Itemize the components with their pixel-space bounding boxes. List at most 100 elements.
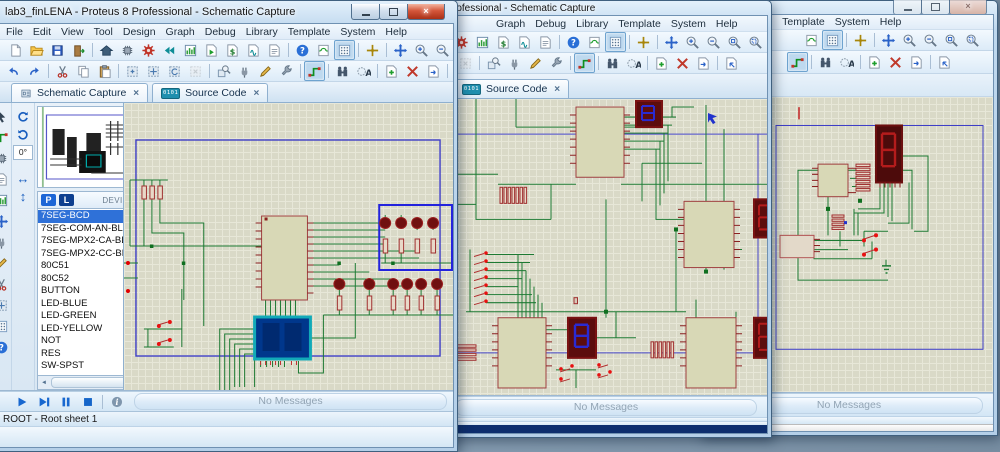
origin-icon[interactable] [850, 30, 871, 50]
info-icon[interactable] [106, 393, 128, 410]
wrench-icon[interactable] [276, 61, 297, 81]
menu-tool[interactable]: Tool [89, 25, 118, 39]
pin-icon[interactable] [117, 40, 138, 60]
zoomin-icon[interactable] [682, 32, 703, 52]
copy-icon[interactable] [73, 61, 94, 81]
tab-close-icon[interactable]: × [133, 88, 139, 99]
chart-icon[interactable] [180, 40, 201, 60]
gotosheet-icon[interactable] [693, 53, 714, 73]
tab-source-code[interactable]: 0101 Source Code × [152, 83, 268, 102]
door-icon[interactable] [68, 40, 89, 60]
zoomobj-icon[interactable] [483, 53, 504, 73]
refresh-icon[interactable] [584, 32, 605, 52]
route-icon[interactable] [574, 53, 595, 73]
scrollbar-thumb[interactable] [51, 377, 130, 388]
close-button[interactable]: × [949, 0, 987, 15]
pan-icon[interactable] [661, 32, 682, 52]
stop-icon[interactable] [77, 393, 99, 410]
home-icon[interactable] [96, 40, 117, 60]
bcopy-icon[interactable] [122, 61, 143, 81]
cut-icon[interactable] [52, 61, 73, 81]
tab-close-icon[interactable]: × [554, 84, 560, 95]
menu-help[interactable]: Help [711, 17, 743, 31]
minimize-button[interactable] [351, 4, 380, 20]
pencil-icon[interactable] [255, 61, 276, 81]
exitdoc-icon[interactable] [721, 53, 742, 73]
delsheet-icon[interactable] [672, 53, 693, 73]
text-icon[interactable] [0, 170, 11, 188]
binoc-icon[interactable] [815, 52, 836, 72]
bmove-icon[interactable] [143, 61, 164, 81]
zoomout-icon[interactable] [920, 30, 941, 50]
menu-system[interactable]: System [666, 17, 711, 31]
propa-icon[interactable] [623, 53, 644, 73]
propa-icon[interactable] [353, 61, 374, 81]
page-icon[interactable] [5, 40, 26, 60]
bpaste-icon[interactable] [164, 61, 185, 81]
bdel-icon[interactable] [455, 53, 476, 73]
playdoc-icon[interactable] [201, 40, 222, 60]
origin-icon[interactable] [633, 32, 654, 52]
tab-source-code[interactable]: 0101 Source Code × [453, 79, 569, 98]
menu-debug[interactable]: Debug [200, 25, 241, 39]
tab-schematic-capture[interactable]: Schematic Capture × [11, 83, 148, 102]
rotation-angle-field[interactable]: 0° [13, 145, 33, 160]
grid-icon[interactable] [605, 32, 626, 52]
chart-icon[interactable] [0, 191, 11, 209]
menu-debug[interactable]: Debug [530, 17, 571, 31]
pencil-icon[interactable] [525, 53, 546, 73]
library-button[interactable]: L [59, 194, 74, 206]
pin-icon[interactable] [0, 149, 11, 167]
refresh-icon[interactable] [801, 30, 822, 50]
gotosheet-icon[interactable] [423, 61, 444, 81]
step-icon[interactable] [33, 393, 55, 410]
exitdoc-icon[interactable] [451, 61, 454, 81]
origin-icon[interactable] [362, 40, 383, 60]
route-icon[interactable] [0, 128, 11, 146]
dollar-icon[interactable] [493, 32, 514, 52]
text-icon[interactable] [535, 32, 556, 52]
redo-icon[interactable] [24, 61, 45, 81]
help-icon[interactable] [563, 32, 584, 52]
paste-icon[interactable] [94, 61, 115, 81]
save-icon[interactable] [47, 40, 68, 60]
zoomout-icon[interactable] [432, 40, 453, 60]
grid-icon[interactable] [822, 30, 843, 50]
binoc-icon[interactable] [332, 61, 353, 81]
menu-help[interactable]: Help [380, 25, 412, 39]
dollar-icon[interactable] [222, 40, 243, 60]
play-icon[interactable] [11, 393, 33, 410]
refresh-icon[interactable] [313, 40, 334, 60]
zoomobj-icon[interactable] [213, 61, 234, 81]
bdel-icon[interactable] [185, 61, 206, 81]
gotosheet-icon[interactable] [906, 52, 927, 72]
open-icon[interactable] [26, 40, 47, 60]
root-sheet-bar[interactable]: ROOT - Root sheet 1 [0, 411, 453, 426]
menu-template[interactable]: Template [283, 25, 336, 39]
menu-file[interactable]: File [1, 25, 28, 39]
grid-icon[interactable] [334, 40, 355, 60]
title-bar[interactable]: rofessional - Schematic Capture [441, 1, 771, 15]
delsheet-icon[interactable] [402, 61, 423, 81]
rotate-anticlockwise-button[interactable] [14, 127, 32, 143]
menu-graph[interactable]: Graph [491, 17, 530, 31]
proteus-window-left[interactable]: lab3_finLENA - Proteus 8 Professional - … [0, 0, 458, 452]
delsheet-icon[interactable] [885, 52, 906, 72]
grid-icon[interactable] [0, 317, 11, 335]
maximize-button[interactable] [379, 4, 408, 20]
help-icon[interactable] [292, 40, 313, 60]
minimize-button[interactable] [893, 0, 922, 15]
zoomarea-icon[interactable] [962, 30, 983, 50]
tab-close-icon[interactable]: × [253, 88, 259, 99]
zoomin-icon[interactable] [899, 30, 920, 50]
schematic-canvas[interactable] [123, 103, 453, 390]
zoomfull-icon[interactable] [453, 40, 454, 60]
chart-icon[interactable] [472, 32, 493, 52]
pause-icon[interactable] [55, 393, 77, 410]
plug-icon[interactable] [234, 61, 255, 81]
wrench-icon[interactable] [546, 53, 567, 73]
menu-design[interactable]: Design [118, 25, 161, 39]
close-button[interactable]: × [407, 4, 445, 20]
menu-view[interactable]: View [56, 25, 89, 39]
gear-icon[interactable] [138, 40, 159, 60]
